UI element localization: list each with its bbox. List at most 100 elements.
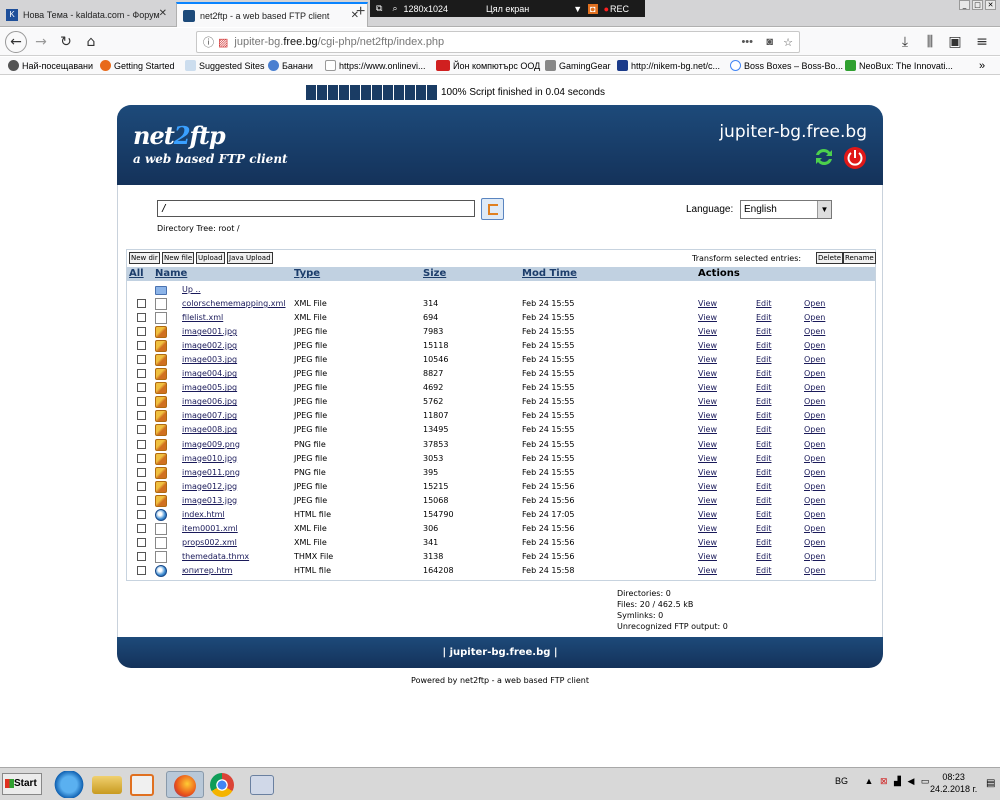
library-icon[interactable]: ⫼ — [920, 32, 940, 52]
bookmark-yon-computers[interactable]: Йон компютърс ООД — [436, 60, 540, 71]
open-link[interactable]: Open — [804, 383, 825, 392]
edit-link[interactable]: Edit — [756, 327, 772, 336]
bookmark-star-icon[interactable]: ☆ — [783, 36, 793, 49]
open-link[interactable]: Open — [804, 524, 825, 533]
reload-icon[interactable]: ↻ — [56, 32, 76, 52]
open-link[interactable]: Open — [804, 369, 825, 378]
row-checkbox[interactable] — [137, 355, 146, 365]
edit-link[interactable]: Edit — [756, 341, 772, 350]
open-link[interactable]: Open — [804, 327, 825, 336]
file-name-link[interactable]: image007.jpg — [182, 411, 237, 420]
view-link[interactable]: View — [698, 496, 717, 505]
chrome-taskbar-icon[interactable] — [210, 773, 234, 797]
logout-power-icon[interactable] — [844, 147, 866, 169]
rename-button[interactable]: Rename — [843, 252, 876, 264]
file-name-link[interactable]: image009.png — [182, 440, 240, 449]
row-checkbox[interactable] — [137, 411, 146, 421]
rec-label[interactable]: REC — [610, 4, 629, 14]
open-link[interactable]: Open — [804, 440, 825, 449]
new-dir-button[interactable]: New dir — [129, 252, 160, 264]
ie-taskbar-icon[interactable] — [54, 771, 84, 798]
view-link[interactable]: View — [698, 355, 717, 364]
edit-link[interactable]: Edit — [756, 411, 772, 420]
delete-button[interactable]: Delete — [816, 252, 843, 264]
view-link[interactable]: View — [698, 369, 717, 378]
file-name-link[interactable]: image011.png — [182, 468, 240, 477]
file-name-link[interactable]: image004.jpg — [182, 369, 237, 378]
explorer-taskbar-icon[interactable] — [92, 776, 122, 794]
edit-link[interactable]: Edit — [756, 383, 772, 392]
tab-kaldata[interactable]: K Нова Тема - kaldata.com - Форум ✕ — [0, 2, 175, 27]
column-mod-time[interactable]: Mod Time — [522, 268, 577, 279]
language-indicator[interactable]: BG — [835, 776, 848, 786]
row-checkbox[interactable] — [137, 537, 146, 547]
row-checkbox[interactable] — [137, 523, 146, 533]
bookmark-getting-started[interactable]: Getting Started — [100, 60, 175, 71]
file-name-link[interactable]: item0001.xml — [182, 524, 238, 533]
info-icon[interactable]: ⓘ — [203, 34, 214, 50]
warning-icon[interactable]: ⊠ — [880, 776, 888, 786]
edit-link[interactable]: Edit — [756, 397, 772, 406]
open-link[interactable]: Open — [804, 355, 825, 364]
minimize-icon[interactable]: _ — [959, 0, 970, 10]
view-link[interactable]: View — [698, 440, 717, 449]
view-link[interactable]: View — [698, 397, 717, 406]
row-checkbox[interactable] — [137, 383, 146, 393]
view-link[interactable]: View — [698, 454, 717, 463]
bookmark-neobux[interactable]: NeoBux: The Innovati... — [845, 60, 953, 71]
recorder-mode[interactable]: Цял екран — [486, 4, 529, 14]
row-checkbox[interactable] — [137, 481, 146, 491]
view-link[interactable]: View — [698, 566, 717, 575]
edit-link[interactable]: Edit — [756, 313, 772, 322]
edit-link[interactable]: Edit — [756, 482, 772, 491]
view-link[interactable]: View — [698, 425, 717, 434]
language-select[interactable]: English ▼ — [740, 200, 832, 219]
chevron-up-icon[interactable]: ▲ — [865, 776, 874, 786]
open-link[interactable]: Open — [804, 552, 825, 561]
edit-link[interactable]: Edit — [756, 440, 772, 449]
open-link[interactable]: Open — [804, 411, 825, 420]
media-player-taskbar-icon[interactable] — [130, 774, 154, 796]
file-name-link[interactable]: image006.jpg — [182, 397, 237, 406]
row-checkbox[interactable] — [137, 425, 146, 435]
open-link[interactable]: Open — [804, 538, 825, 547]
row-checkbox[interactable] — [137, 299, 146, 308]
view-link[interactable]: View — [698, 313, 717, 322]
directory-tree-button[interactable] — [481, 198, 504, 220]
window-icon[interactable]: ⧉ — [376, 3, 382, 14]
chevron-down-icon[interactable]: ▼ — [573, 4, 582, 14]
refresh-icon[interactable] — [813, 146, 835, 168]
column-size[interactable]: Size — [423, 268, 446, 279]
open-link[interactable]: Open — [804, 341, 825, 350]
maximize-icon[interactable]: □ — [972, 0, 983, 10]
forward-icon[interactable]: → — [31, 32, 51, 52]
file-name-link[interactable]: image013.jpg — [182, 496, 237, 505]
close-tab-icon[interactable]: ✕ — [159, 8, 167, 19]
view-link[interactable]: View — [698, 411, 717, 420]
file-name-link[interactable]: colorschememapping.xml — [182, 299, 286, 308]
insecure-icon[interactable]: ▨ — [218, 36, 228, 49]
menu-icon[interactable]: ≡ — [972, 32, 992, 52]
view-link[interactable]: View — [698, 552, 717, 561]
open-link[interactable]: Open — [804, 482, 825, 491]
edit-link[interactable]: Edit — [756, 538, 772, 547]
view-link[interactable]: View — [698, 341, 717, 350]
edit-link[interactable]: Edit — [756, 496, 772, 505]
open-link[interactable]: Open — [804, 313, 825, 322]
row-checkbox[interactable] — [137, 313, 146, 323]
file-name-link[interactable]: юпитер.htm — [182, 566, 232, 575]
view-link[interactable]: View — [698, 538, 717, 547]
file-name-link[interactable]: image003.jpg — [182, 355, 237, 364]
edit-link[interactable]: Edit — [756, 425, 772, 434]
view-link[interactable]: View — [698, 482, 717, 491]
file-name-link[interactable]: image008.jpg — [182, 425, 237, 434]
view-link[interactable]: View — [698, 468, 717, 477]
file-name-link[interactable]: themedata.thmx — [182, 552, 249, 561]
file-name-link[interactable]: image012.jpg — [182, 482, 237, 491]
page-actions-icon[interactable]: ••• — [741, 36, 753, 48]
bookmark-boss-boxes[interactable]: Boss Boxes – Boss-Bo... — [730, 60, 843, 71]
notification-icon[interactable]: ▤ — [986, 778, 995, 789]
sidebar-icon[interactable]: ▣ — [945, 32, 965, 52]
firefox-taskbar-icon[interactable] — [166, 771, 204, 798]
java-upload-button[interactable]: Java Upload — [227, 252, 273, 264]
